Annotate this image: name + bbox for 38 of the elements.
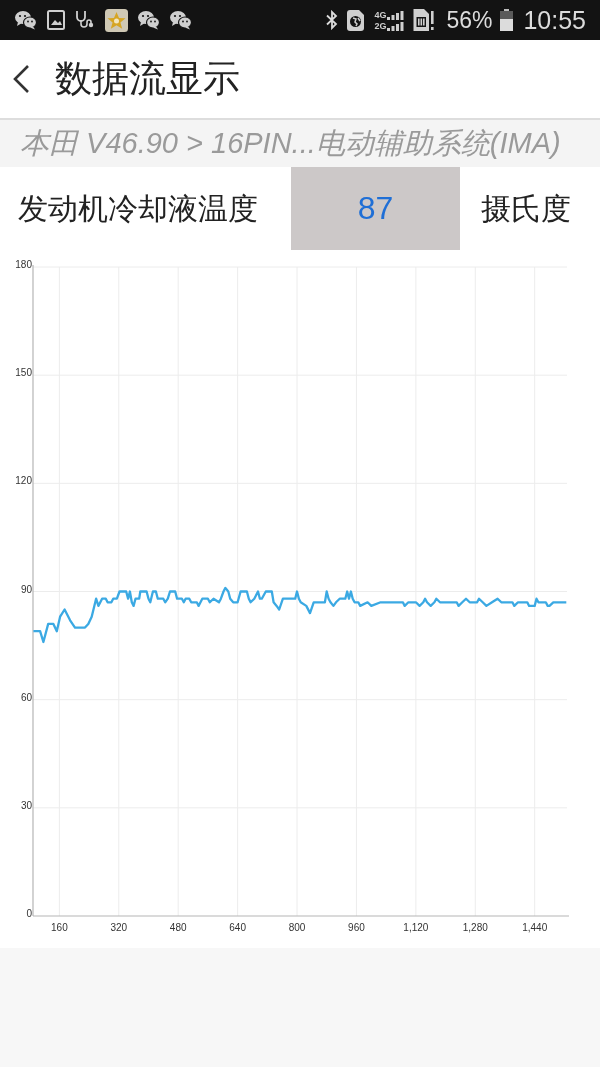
star-badge-icon <box>105 8 128 32</box>
back-icon <box>12 64 30 94</box>
chat-bubbles-icon <box>138 10 160 30</box>
signal-bars-icon <box>387 21 405 31</box>
axis-tick-label: 1,280 <box>462 922 488 933</box>
axis-tick-label: 160 <box>51 922 68 933</box>
unit-label: 摄氏度 <box>481 190 571 227</box>
axis-tick-label: 60 <box>20 691 32 703</box>
page-title: 数据流显示 <box>55 56 240 101</box>
battery-percentage: 56% <box>446 6 493 34</box>
value-display: 87 <box>291 167 460 250</box>
axis-tick-label: 320 <box>110 922 128 933</box>
battery-icon <box>500 9 514 31</box>
axis-tick-label: 960 <box>348 922 365 933</box>
axis-tick-label: 90 <box>20 583 32 595</box>
axis-tick-label: 180 <box>15 259 32 270</box>
sim-card-icon <box>412 9 435 31</box>
axis-tick-label: 640 <box>229 922 246 933</box>
parameter-label: 发动机冷却液温度 <box>18 190 258 227</box>
axis-tick-label: 120 <box>15 475 32 487</box>
globe-icon <box>347 9 365 31</box>
bluetooth-icon <box>325 10 340 30</box>
clock: 10:55 <box>523 5 586 35</box>
axis-tick-label: 800 <box>288 922 306 933</box>
axis-tick-label: 30 <box>20 799 32 811</box>
chat-bubbles-icon <box>170 10 192 30</box>
back-button[interactable] <box>12 64 30 94</box>
signal-bars-icon <box>387 10 405 20</box>
axis-tick-label: 150 <box>15 367 32 379</box>
axis-tick-label: 0 <box>26 908 32 919</box>
axis-tick-label: 480 <box>169 922 187 933</box>
stethoscope-icon <box>75 10 95 30</box>
axis-tick-label: 1,120 <box>403 922 429 933</box>
axis-tick-label: 1,440 <box>522 922 548 933</box>
network-type-label: 4G <box>374 9 387 20</box>
image-icon <box>47 10 65 30</box>
network-type-label: 2G <box>374 20 387 31</box>
chat-bubbles-icon <box>15 10 37 30</box>
